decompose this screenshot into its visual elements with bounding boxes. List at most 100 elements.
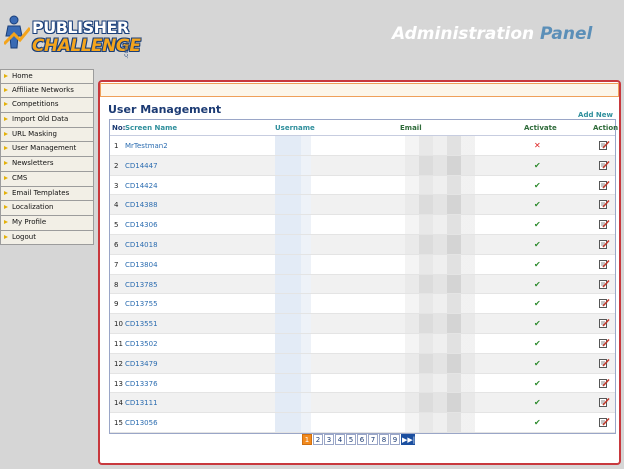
last-page-button[interactable]: ▶▶| (401, 434, 415, 445)
edit-icon[interactable] (599, 160, 610, 170)
screen-name-link[interactable]: CD14447 (125, 162, 158, 170)
check-icon[interactable]: ✔ (534, 379, 541, 388)
sidebar-item-label: Competitions (12, 100, 59, 109)
page-button-8[interactable]: 8 (379, 434, 389, 445)
edit-icon[interactable] (599, 338, 610, 348)
row-number: 8 (114, 280, 119, 289)
bullet-arrow-icon (4, 131, 8, 136)
column-header-action: Action (593, 124, 619, 132)
bullet-arrow-icon (4, 74, 8, 78)
check-icon[interactable]: ✔ (534, 240, 541, 249)
bullet-arrow-icon (4, 87, 8, 92)
sidebar-item-competitions[interactable]: Competitions (0, 98, 94, 114)
sidebar-item-cms[interactable]: CMS (0, 171, 94, 187)
add-new-link[interactable]: Add New (578, 111, 613, 119)
edit-icon[interactable] (599, 318, 610, 329)
sidebar-item-email-templates[interactable]: Email Templates (0, 186, 94, 202)
edit-icon[interactable] (599, 199, 610, 210)
check-icon[interactable]: ✔ (534, 181, 541, 190)
sidebar-item-label: Email Templates (12, 188, 70, 197)
publisher-challenge-logo[interactable]: PUBLISHER CHALLENGE .com (2, 6, 141, 66)
page-button-6[interactable]: 6 (357, 434, 367, 445)
username-redacted (301, 254, 311, 274)
email-redacted (405, 155, 475, 175)
screen-name-link[interactable]: CD14018 (125, 241, 158, 249)
screen-name-link[interactable]: CD13551 (125, 320, 158, 328)
header: PUBLISHER CHALLENGE .com Administration … (0, 0, 624, 68)
sidebar-item-label: Localization (12, 203, 54, 212)
email-redacted (405, 254, 475, 274)
page-button-3[interactable]: 3 (324, 434, 334, 445)
sidebar-item-label: CMS (12, 173, 28, 182)
logo-text-publisher: PUBLISHER (32, 18, 129, 37)
users-table: No: Screen Name Username Email Activate … (109, 119, 619, 434)
screen-name-link[interactable]: CD13376 (125, 380, 158, 388)
page-button-7[interactable]: 7 (368, 434, 378, 445)
row-number: 3 (114, 181, 119, 190)
page-button-1[interactable]: 1 (302, 434, 312, 445)
screen-name-link[interactable]: CD13056 (125, 419, 158, 427)
screen-name-link[interactable]: CD13479 (125, 360, 158, 368)
edit-icon[interactable] (599, 397, 610, 408)
edit-icon[interactable] (599, 259, 610, 269)
email-redacted (405, 393, 475, 413)
check-icon[interactable]: ✔ (534, 161, 541, 170)
email-redacted (405, 175, 475, 195)
screen-name-link[interactable]: MrTestman2 (125, 142, 168, 150)
sidebar-item-home[interactable]: Home (0, 69, 94, 84)
check-icon[interactable]: ✔ (534, 398, 541, 407)
table-row: 11 CD13502 ✔ (110, 333, 615, 354)
check-icon[interactable]: ✔ (534, 319, 541, 328)
screen-name-link[interactable]: CD13755 (125, 300, 158, 308)
edit-icon[interactable] (599, 417, 610, 428)
screen-name-link[interactable]: CD14306 (125, 221, 158, 229)
edit-icon[interactable] (599, 239, 610, 249)
check-icon[interactable]: ✔ (534, 220, 541, 229)
username-redacted (275, 136, 301, 155)
cross-icon[interactable]: ✕ (534, 141, 541, 150)
table-row: 4 CD14388 ✔ (110, 195, 615, 216)
sidebar-item-localization[interactable]: Localization (0, 201, 94, 216)
screen-name-link[interactable]: CD13785 (125, 281, 158, 289)
edit-icon[interactable] (599, 279, 610, 289)
username-redacted (275, 393, 301, 413)
table-row: 14 CD13111 ✔ (110, 393, 615, 414)
check-icon[interactable]: ✔ (534, 418, 541, 427)
screen-name-link[interactable]: CD14388 (125, 201, 158, 209)
edit-icon[interactable] (599, 378, 610, 388)
sidebar-item-affiliate-networks[interactable]: Affiliate Networks (0, 83, 94, 99)
check-icon[interactable]: ✔ (534, 260, 541, 269)
check-icon[interactable]: ✔ (534, 339, 541, 348)
username-redacted (301, 155, 311, 175)
screen-name-link[interactable]: CD13804 (125, 261, 158, 269)
sidebar-item-label: URL Masking (12, 129, 57, 138)
screen-name-link[interactable]: CD14424 (125, 182, 158, 190)
edit-icon[interactable] (599, 180, 610, 190)
column-header-username[interactable]: Username (275, 124, 315, 132)
check-icon[interactable]: ✔ (534, 359, 541, 368)
edit-icon[interactable] (599, 358, 610, 368)
email-redacted (405, 413, 475, 432)
check-icon[interactable]: ✔ (534, 299, 541, 308)
edit-icon[interactable] (599, 219, 610, 230)
sidebar-item-my-profile[interactable]: My Profile (0, 215, 94, 231)
sidebar-item-user-management[interactable]: User Management (0, 142, 94, 158)
sidebar-item-logout[interactable]: Logout (0, 230, 94, 246)
screen-name-link[interactable]: CD13502 (125, 340, 158, 348)
page-button-5[interactable]: 5 (346, 434, 356, 445)
check-icon[interactable]: ✔ (534, 280, 541, 289)
screen-name-link[interactable]: CD13111 (125, 399, 158, 407)
sidebar-item-url-masking[interactable]: URL Masking (0, 127, 94, 143)
page-button-2[interactable]: 2 (313, 434, 323, 445)
row-number: 4 (114, 201, 119, 210)
edit-icon[interactable] (599, 298, 610, 309)
sidebar-item-newsletters[interactable]: Newsletters (0, 157, 94, 172)
column-header-email: Email (400, 124, 422, 132)
page-button-9[interactable]: 9 (390, 434, 400, 445)
check-icon[interactable]: ✔ (534, 200, 541, 209)
sidebar-item-import-old-data[interactable]: Import Old Data (0, 113, 94, 128)
page-button-4[interactable]: 4 (335, 434, 345, 445)
column-header-screen-name[interactable]: Screen Name (125, 124, 177, 132)
edit-icon[interactable] (599, 140, 610, 150)
email-redacted (405, 353, 475, 373)
